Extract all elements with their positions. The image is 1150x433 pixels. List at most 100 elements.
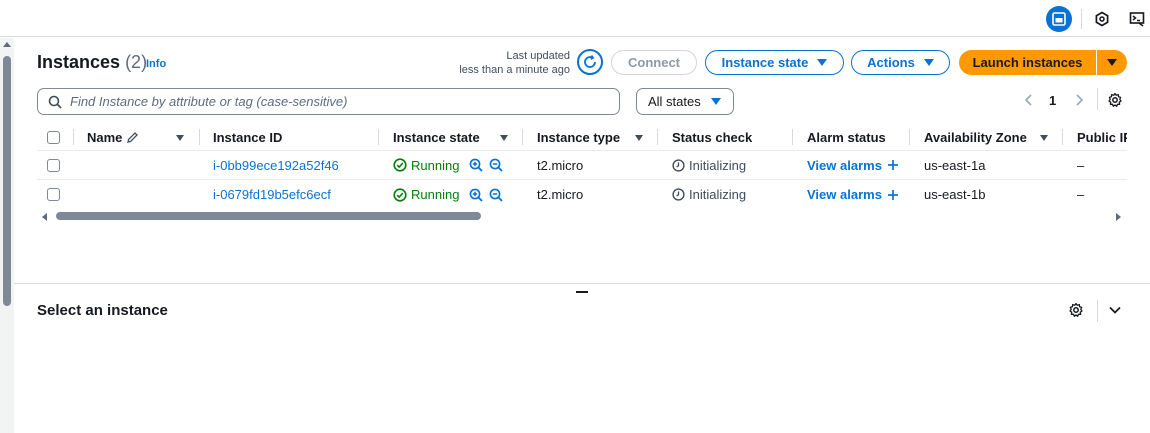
column-header-availability-zone[interactable]: Availability Zone xyxy=(924,124,1027,150)
instance-type: t2.micro xyxy=(537,157,584,173)
search-box[interactable] xyxy=(37,88,620,115)
last-updated: Last updated less than a minute ago xyxy=(440,49,570,77)
instance-type: t2.micro xyxy=(537,187,584,202)
next-page-button[interactable] xyxy=(1074,90,1084,110)
caret-down-icon xyxy=(1107,59,1117,66)
zoom-out-button[interactable] xyxy=(489,180,503,209)
column-divider xyxy=(199,129,200,145)
column-divider xyxy=(522,129,523,145)
view-alarms-link[interactable]: View alarms xyxy=(807,151,899,179)
sort-caret-icon[interactable] xyxy=(1040,135,1048,141)
topbar-divider xyxy=(1081,9,1082,29)
status-check: Initializing xyxy=(672,151,746,179)
instance-state: Running xyxy=(393,180,459,209)
top-bar xyxy=(0,0,1150,37)
page-number[interactable]: 1 xyxy=(1049,90,1056,110)
search-input[interactable] xyxy=(70,94,590,109)
row-select-cell[interactable] xyxy=(47,151,60,179)
column-divider xyxy=(909,129,910,145)
scroll-left-icon[interactable] xyxy=(42,213,47,221)
info-link[interactable]: Info xyxy=(146,58,166,70)
table-preferences-button[interactable] xyxy=(1107,90,1123,110)
table-header-row: Name Instance ID Instance state Instance… xyxy=(37,124,1127,151)
details-preferences-button[interactable] xyxy=(1068,302,1084,323)
horizontal-scrollbar-thumb[interactable] xyxy=(56,212,481,220)
actions-label: Actions xyxy=(867,55,915,70)
pager-divider xyxy=(1097,88,1098,110)
instance-id-link[interactable]: i-0679fd19b5efc6ecf xyxy=(213,180,331,209)
gear-icon xyxy=(1069,302,1083,317)
column-header-instance-state[interactable]: Instance state xyxy=(393,124,480,150)
last-updated-value: less than a minute ago xyxy=(459,64,570,76)
column-header-alarm-status[interactable]: Alarm status xyxy=(807,124,886,150)
zoom-in-icon xyxy=(469,188,483,202)
sort-caret-icon[interactable] xyxy=(500,135,508,141)
select-all-checkbox[interactable] xyxy=(47,130,60,144)
pencil-icon xyxy=(127,131,139,143)
status-check-text: Initializing xyxy=(689,157,747,173)
column-divider xyxy=(657,129,658,145)
chevron-down-icon xyxy=(1109,306,1121,314)
zoom-out-icon xyxy=(489,158,503,172)
page-title: Instances (2) xyxy=(37,52,147,73)
table-row[interactable]: i-0bb99ece192a52f46 Running t2.micro Ini… xyxy=(37,151,1127,180)
availability-zone: us-east-1b xyxy=(924,187,986,202)
zoom-in-button[interactable] xyxy=(469,180,483,209)
public-ip: – xyxy=(1077,187,1085,202)
zoom-out-button[interactable] xyxy=(489,151,503,179)
column-header-instance-id[interactable]: Instance ID xyxy=(213,124,282,150)
public-ip: – xyxy=(1077,157,1085,173)
column-header-public-ip[interactable]: Public IP xyxy=(1077,124,1127,150)
column-header-name[interactable]: Name xyxy=(87,124,139,150)
table-row[interactable]: i-0679fd19b5efc6ecf Running t2.micro Ini… xyxy=(37,180,1127,209)
hexagon-icon[interactable] xyxy=(1089,6,1115,32)
chevron-right-icon xyxy=(1076,94,1084,106)
view-alarms-link[interactable]: View alarms xyxy=(807,180,899,209)
details-panel-title: Select an instance xyxy=(37,302,168,319)
actions-button[interactable]: Actions xyxy=(851,50,950,75)
instances-table: Name Instance ID Instance state Instance… xyxy=(37,124,1127,210)
launch-instances-button[interactable]: Launch instances xyxy=(959,50,1096,75)
connect-button[interactable]: Connect xyxy=(611,50,697,75)
split-panel-divider xyxy=(14,283,1150,284)
chevron-left-icon xyxy=(1024,94,1032,106)
zoom-out-icon xyxy=(489,188,503,202)
status-check-text: Initializing xyxy=(689,187,747,202)
instance-state-button[interactable]: Instance state xyxy=(705,50,844,75)
zoom-in-button[interactable] xyxy=(469,151,483,179)
instance-state-text: Running xyxy=(411,187,460,202)
panel-icon[interactable] xyxy=(1046,6,1072,32)
vertical-scrollbar[interactable] xyxy=(0,38,14,433)
plus-icon[interactable] xyxy=(887,159,899,171)
instance-state-label: Instance state xyxy=(721,55,809,70)
select-all-cell[interactable] xyxy=(47,124,60,150)
row-select-cell[interactable] xyxy=(47,180,60,209)
view-alarms-text: View alarms xyxy=(807,157,882,173)
scroll-right-icon[interactable] xyxy=(1116,213,1121,221)
clock-icon xyxy=(672,158,685,172)
states-filter-value: All states xyxy=(648,94,701,109)
refresh-button[interactable] xyxy=(577,49,603,75)
status-check: Initializing xyxy=(672,180,746,209)
zoom-in-icon xyxy=(469,158,483,172)
instance-id-link[interactable]: i-0bb99ece192a52f46 xyxy=(213,151,339,179)
row-checkbox[interactable] xyxy=(47,158,60,172)
collapse-panel-button[interactable] xyxy=(1108,303,1122,322)
states-filter-select[interactable]: All states xyxy=(636,88,734,115)
column-divider xyxy=(73,129,74,145)
details-divider xyxy=(1097,300,1098,322)
sort-caret-icon[interactable] xyxy=(176,135,184,141)
sort-caret-icon[interactable] xyxy=(635,135,643,141)
terminal-icon[interactable] xyxy=(1124,6,1150,32)
scrollbar-thumb[interactable] xyxy=(3,56,11,306)
column-header-status-check[interactable]: Status check xyxy=(672,124,752,150)
launch-options-button[interactable] xyxy=(1097,50,1127,75)
previous-page-button[interactable] xyxy=(1024,90,1034,110)
clock-icon xyxy=(672,188,685,201)
plus-icon[interactable] xyxy=(887,189,899,201)
row-checkbox[interactable] xyxy=(47,188,60,201)
scroll-up-icon[interactable] xyxy=(3,42,11,47)
horizontal-scrollbar[interactable] xyxy=(37,211,1127,223)
resize-handle[interactable] xyxy=(576,291,588,293)
column-header-instance-type[interactable]: Instance type xyxy=(537,124,620,150)
